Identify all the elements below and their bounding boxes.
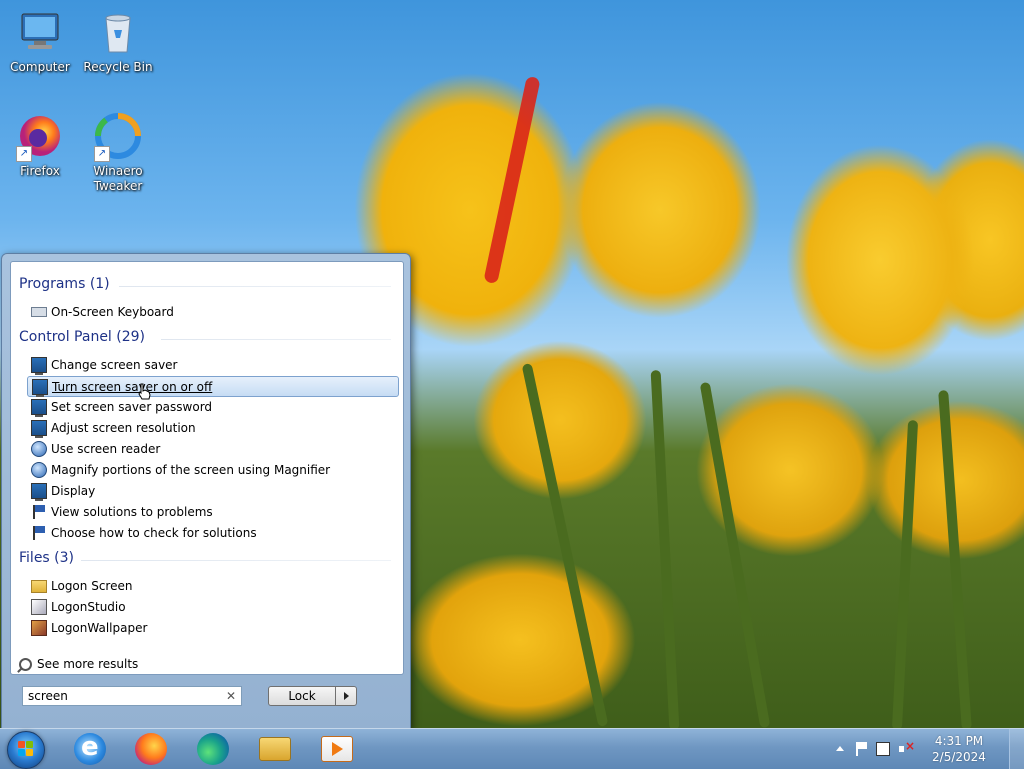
keyboard-icon — [31, 307, 47, 317]
internet-explorer-icon[interactable] — [74, 732, 106, 765]
result-label: Choose how to check for solutions — [51, 526, 257, 540]
group-header-programs[interactable]: Programs (1) — [19, 276, 110, 292]
desktop-icon-label: Recycle Bin — [83, 60, 153, 74]
search-input[interactable] — [23, 687, 218, 705]
start-button[interactable] — [7, 731, 45, 769]
group-header-control-panel[interactable]: Control Panel (29) — [19, 329, 145, 345]
tulip-stem — [521, 363, 609, 727]
result-label: Turn screen saver on or off — [52, 380, 213, 394]
search-results-pane: Programs (1) On-Screen Keyboard Control … — [10, 261, 404, 675]
winaero-tweaker-icon: ↗ — [94, 112, 142, 162]
clear-search-icon[interactable]: ✕ — [226, 688, 236, 704]
result-label: Set screen saver password — [51, 400, 213, 414]
desktop-icon-label: Firefox — [20, 164, 60, 178]
see-more-label: See more results — [37, 657, 139, 671]
hand-cursor-icon — [138, 383, 151, 400]
result-logon-screen[interactable]: Logon Screen — [27, 576, 397, 596]
volume-muted-icon[interactable] — [898, 739, 915, 756]
clock-time: 4:31 PM — [934, 734, 984, 748]
file-explorer-icon[interactable] — [259, 737, 291, 761]
notification-area: 4:31 PM 2/5/2024 — [834, 729, 1024, 769]
result-label: LogonStudio — [51, 600, 126, 614]
desktop-icon-label: Computer — [10, 60, 70, 74]
shortcut-arrow-icon: ↗ — [94, 146, 110, 162]
result-logonstudio[interactable]: LogonStudio — [27, 597, 397, 617]
show-hidden-icons-icon[interactable] — [834, 742, 848, 756]
result-set-screen-saver-password[interactable]: Set screen saver password — [27, 397, 397, 417]
tulip-stem — [891, 419, 919, 731]
result-check-for-solutions[interactable]: Choose how to check for solutions — [27, 523, 397, 543]
result-label: LogonWallpaper — [51, 621, 148, 635]
shortcut-arrow-icon: ↗ — [16, 146, 32, 162]
magnifier-icon — [19, 658, 32, 671]
group-header-files[interactable]: Files (3) — [19, 550, 74, 566]
action-center-flag-icon[interactable] — [854, 742, 868, 756]
result-label: View solutions to problems — [51, 505, 213, 519]
result-adjust-screen-resolution[interactable]: Adjust screen resolution — [27, 418, 397, 438]
show-desktop-button[interactable] — [1009, 729, 1024, 769]
power-options-arrow-button[interactable] — [335, 686, 357, 706]
result-on-screen-keyboard[interactable]: On-Screen Keyboard — [27, 302, 397, 322]
network-icon[interactable] — [876, 742, 890, 756]
firefox-icon: ↗ — [16, 112, 64, 162]
start-search-box[interactable]: ✕ — [22, 686, 242, 706]
start-menu: Programs (1) On-Screen Keyboard Control … — [1, 253, 411, 730]
result-label: Magnify portions of the screen using Mag… — [51, 463, 331, 477]
result-change-screen-saver[interactable]: Change screen saver — [27, 355, 397, 375]
result-logonwallpaper[interactable]: LogonWallpaper — [27, 618, 397, 638]
desktop-icon-winaero-tweaker[interactable]: ↗ Winaero Tweaker — [78, 112, 158, 194]
result-magnifier[interactable]: Magnify portions of the screen using Mag… — [27, 460, 397, 480]
app-icon — [31, 599, 47, 615]
ease-of-access-icon — [31, 462, 47, 478]
desktop-icon-computer[interactable]: Computer — [0, 8, 80, 75]
firefox-icon[interactable] — [135, 733, 167, 765]
image-icon — [31, 620, 47, 636]
monitor-icon — [31, 483, 47, 501]
result-label: Logon Screen — [51, 579, 133, 593]
edge-icon[interactable] — [197, 733, 229, 765]
monitor-icon — [31, 399, 47, 417]
desktop-icon-recycle-bin[interactable]: Recycle Bin — [78, 8, 158, 75]
clock[interactable]: 4:31 PM 2/5/2024 — [924, 733, 994, 765]
clock-date: 2/5/2024 — [932, 750, 986, 764]
result-turn-screen-saver-on-off[interactable]: Turn screen saver on or off — [27, 376, 399, 397]
folder-icon — [31, 580, 47, 593]
media-player-icon[interactable] — [321, 736, 353, 762]
tulip-stem — [650, 369, 680, 731]
monitor-icon — [31, 357, 47, 375]
tulip-stem — [699, 381, 771, 729]
tulip-stem — [938, 390, 972, 730]
group-divider — [81, 560, 391, 561]
result-display[interactable]: Display — [27, 481, 397, 501]
result-label: Display — [51, 484, 96, 498]
ease-of-access-icon — [31, 441, 47, 457]
desktop-icon-label: Winaero Tweaker — [93, 164, 143, 193]
group-divider — [161, 339, 391, 340]
action-center-flag-icon — [31, 525, 47, 541]
lock-button[interactable]: Lock — [268, 686, 336, 706]
desktop-icon-firefox[interactable]: ↗ Firefox — [0, 112, 80, 179]
monitor-icon — [32, 379, 48, 397]
windows-logo-icon — [18, 741, 34, 757]
result-view-solutions[interactable]: View solutions to problems — [27, 502, 397, 522]
recycle-bin-icon — [94, 8, 142, 56]
group-divider — [119, 286, 391, 287]
result-label: On-Screen Keyboard — [51, 305, 174, 319]
result-use-screen-reader[interactable]: Use screen reader — [27, 439, 397, 459]
result-label: Adjust screen resolution — [51, 421, 196, 435]
result-label: Change screen saver — [51, 358, 178, 372]
action-center-flag-icon — [31, 504, 47, 520]
monitor-icon — [31, 420, 47, 438]
computer-icon — [16, 8, 64, 56]
result-label: Use screen reader — [51, 442, 161, 456]
taskbar: 4:31 PM 2/5/2024 — [0, 728, 1024, 769]
tulip-stripe — [483, 75, 541, 285]
